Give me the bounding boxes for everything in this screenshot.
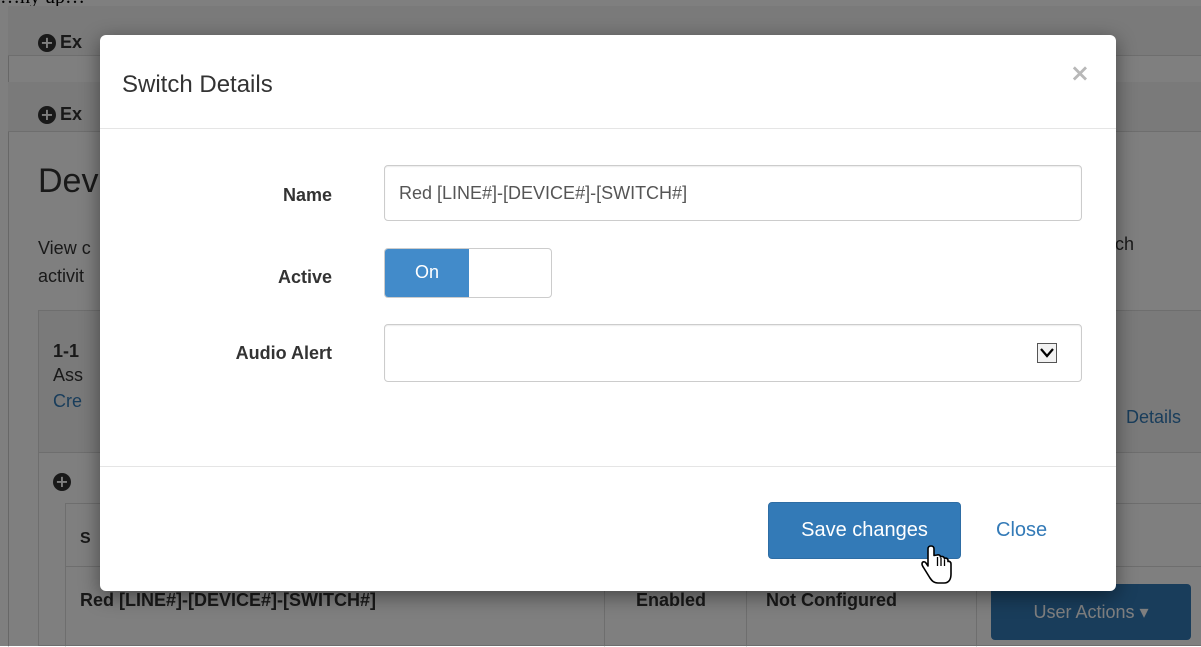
hand-pointer-icon (921, 545, 952, 584)
modal-footer: Save changes Close (100, 466, 1116, 591)
chevron-down-icon[interactable] (1037, 343, 1057, 363)
modal-title: Switch Details (122, 71, 273, 98)
name-input[interactable] (384, 165, 1082, 221)
switch-details-modal: Switch Details × Name Active On Audio Al… (100, 35, 1116, 591)
modal-header: Switch Details × (100, 35, 1116, 129)
active-label: Active (277, 267, 332, 287)
audio-alert-label: Audio Alert (235, 343, 332, 363)
toggle-on-label: On (385, 249, 469, 297)
active-toggle[interactable]: On (384, 248, 552, 298)
close-button[interactable]: Close (996, 502, 1047, 559)
audio-alert-select[interactable] (384, 324, 1082, 382)
close-icon[interactable]: × (1070, 59, 1090, 87)
name-label: Name (282, 185, 332, 205)
